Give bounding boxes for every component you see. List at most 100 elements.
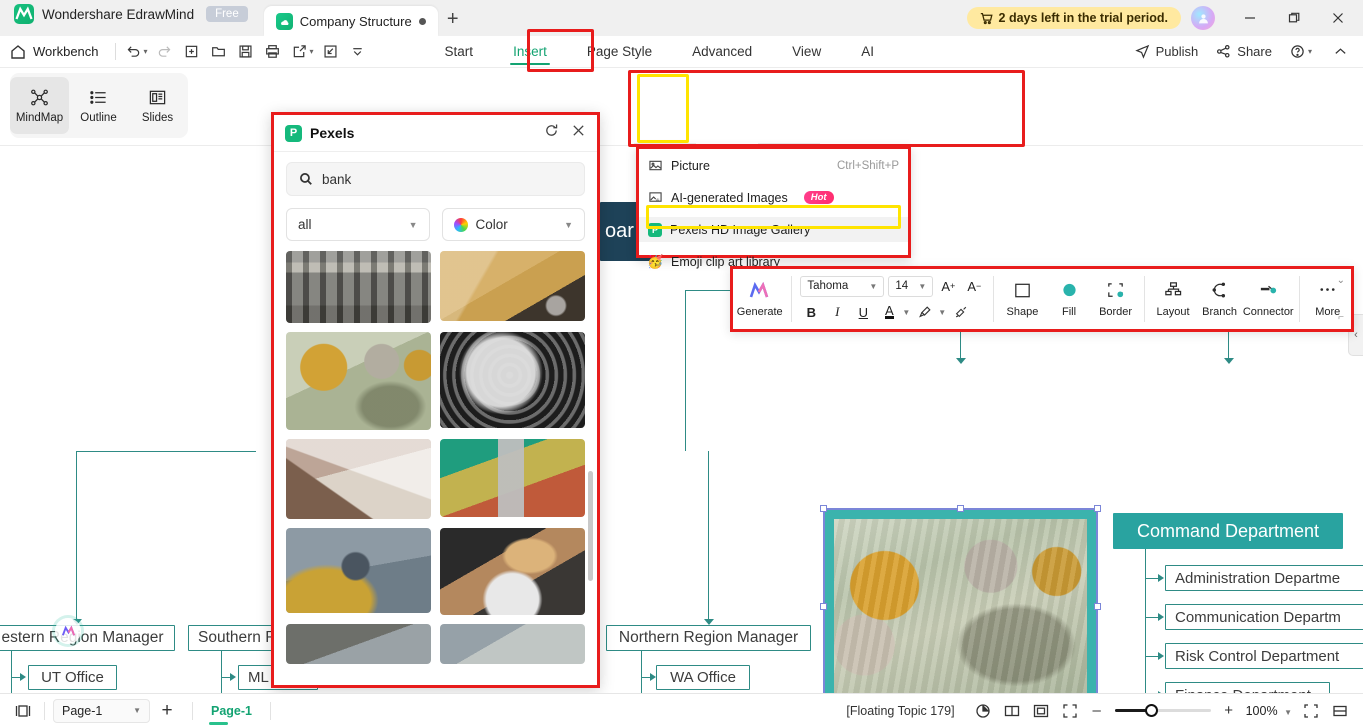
help-button[interactable]: ▾ bbox=[1283, 41, 1322, 62]
pexels-thumbnail-misc-partial[interactable] bbox=[440, 624, 585, 664]
zoom-slider-knob[interactable] bbox=[1144, 704, 1158, 717]
node-risk-control-department[interactable]: Risk Control Department bbox=[1165, 643, 1363, 669]
fit-to-screen-button[interactable] bbox=[1298, 698, 1324, 724]
export-dropdown-caret-icon[interactable]: ▾ bbox=[310, 47, 314, 56]
border-button[interactable]: Border bbox=[1092, 270, 1139, 328]
pexels-thumbnail-bank-building[interactable] bbox=[286, 251, 431, 323]
customize-toolbar-button[interactable] bbox=[344, 39, 371, 65]
help-caret-icon[interactable]: ▾ bbox=[1308, 47, 1312, 56]
picture-dropdown-menu[interactable]: Picture Ctrl+Shift+P AI AI-generated Ima… bbox=[636, 146, 911, 269]
fill-button[interactable]: Fill bbox=[1046, 270, 1093, 328]
pexels-thumbnail-bitcoin-on-dollars[interactable] bbox=[286, 332, 431, 430]
node-command-department[interactable]: Command Department bbox=[1113, 513, 1343, 549]
new-file-button[interactable] bbox=[178, 39, 205, 65]
document-tab-company-structure[interactable]: Company Structure bbox=[263, 6, 438, 36]
selected-image-object[interactable] bbox=[820, 505, 1101, 693]
pexels-thumbnail-cash-box-with-coins[interactable] bbox=[286, 528, 431, 613]
fit-width-button[interactable] bbox=[1327, 698, 1353, 724]
avatar[interactable] bbox=[1191, 6, 1215, 30]
pexels-scrollbar[interactable] bbox=[588, 471, 593, 581]
toggle-sidebar-button[interactable] bbox=[10, 698, 36, 724]
toolbar-resize-icon[interactable]: ⌐ bbox=[1338, 312, 1344, 323]
redo-button[interactable] bbox=[151, 39, 178, 65]
publish-button[interactable]: Publish bbox=[1128, 41, 1206, 62]
collapse-ribbon-button[interactable] bbox=[1326, 41, 1355, 62]
pexels-thumbnail-coin-stack-on-banknotes[interactable] bbox=[440, 439, 585, 517]
pexels-thumbnail-signing-document[interactable] bbox=[286, 439, 431, 519]
pexels-thumbnail-card-payment-terminal[interactable] bbox=[440, 528, 585, 615]
minimize-button[interactable] bbox=[1229, 1, 1271, 35]
book-mode-button[interactable] bbox=[999, 698, 1025, 724]
font-size-select[interactable]: 14 ▼ bbox=[888, 275, 934, 297]
export-share-button[interactable] bbox=[286, 39, 313, 65]
node-administration-department[interactable]: Administration Departme bbox=[1165, 565, 1363, 591]
view-outline-button[interactable]: Outline bbox=[69, 77, 128, 134]
pexels-panel[interactable]: P Pexels bank all ▼ Color ▼ bbox=[271, 112, 600, 688]
resize-handle-e[interactable] bbox=[1094, 602, 1101, 610]
tab-start[interactable]: Start bbox=[443, 39, 476, 64]
underline-button[interactable]: U bbox=[852, 302, 874, 323]
pexels-search-input[interactable]: bank bbox=[286, 162, 585, 196]
presentation-mode-button[interactable] bbox=[970, 698, 996, 724]
italic-button[interactable]: I bbox=[826, 302, 848, 323]
resize-handle-nw[interactable] bbox=[820, 505, 827, 512]
page-selector[interactable]: Page-1 ▼ bbox=[53, 698, 150, 723]
open-file-button[interactable] bbox=[205, 39, 232, 65]
view-slides-button[interactable]: Slides bbox=[128, 77, 187, 134]
font-color-caret-icon[interactable]: ▼ bbox=[902, 308, 910, 317]
font-color-button[interactable]: A bbox=[878, 302, 900, 323]
highlight-caret-icon[interactable]: ▼ bbox=[938, 308, 946, 317]
font-family-select[interactable]: Tahoma ▼ bbox=[800, 275, 885, 297]
print-button[interactable] bbox=[259, 39, 286, 65]
tab-ai[interactable]: AI bbox=[859, 39, 876, 64]
tab-page-style[interactable]: Page Style bbox=[585, 39, 654, 64]
save-button[interactable] bbox=[232, 39, 259, 65]
menu-item-pexels-hd-image-gallery[interactable]: P Pexels HD Image Gallery bbox=[639, 217, 908, 242]
pexels-thumbnail-silver-coins-bw[interactable] bbox=[440, 332, 585, 428]
node-wa-office[interactable]: WA Office bbox=[656, 665, 750, 690]
page-tab-active[interactable]: Page-1 bbox=[201, 704, 262, 725]
node-ut-office[interactable]: UT Office bbox=[28, 665, 117, 690]
share-button[interactable]: Share bbox=[1209, 41, 1279, 62]
node-northern-region-manager[interactable]: Northern Region Manager bbox=[606, 625, 811, 651]
zoom-slider[interactable] bbox=[1114, 704, 1211, 717]
pexels-thumbnail-person-partial[interactable] bbox=[286, 624, 431, 664]
undo-button[interactable] bbox=[120, 39, 147, 65]
close-panel-button[interactable] bbox=[571, 123, 586, 143]
fit-page-button[interactable] bbox=[1028, 698, 1054, 724]
zoom-level[interactable]: 100% ▼ bbox=[1246, 704, 1292, 718]
import-button[interactable] bbox=[317, 39, 344, 65]
tab-view[interactable]: View bbox=[790, 39, 823, 64]
fullscreen-canvas-button[interactable] bbox=[1057, 698, 1083, 724]
ai-generate-button[interactable]: Generate bbox=[733, 270, 786, 328]
branch-button[interactable]: Branch bbox=[1196, 270, 1243, 328]
resize-handle-n[interactable] bbox=[956, 505, 964, 512]
zoom-in-button[interactable]: + bbox=[1218, 702, 1240, 719]
resize-handle-ne[interactable] bbox=[1094, 505, 1101, 512]
connector-button[interactable]: Connector bbox=[1243, 270, 1294, 328]
clear-format-button[interactable] bbox=[950, 302, 972, 323]
shape-button[interactable]: Shape bbox=[999, 270, 1046, 328]
refresh-button[interactable] bbox=[544, 123, 559, 143]
tab-insert[interactable]: Insert bbox=[510, 39, 550, 65]
undo-dropdown-caret-icon[interactable]: ▾ bbox=[144, 47, 148, 56]
highlight-color-button[interactable] bbox=[914, 302, 936, 323]
pexels-type-filter[interactable]: all ▼ bbox=[286, 208, 430, 241]
maximize-button[interactable] bbox=[1273, 1, 1315, 35]
node-western-region-manager[interactable]: estern Region Manager bbox=[0, 625, 175, 651]
node-finance-department[interactable]: Finance Department bbox=[1165, 682, 1330, 693]
trial-notice[interactable]: 2 days left in the trial period. bbox=[966, 7, 1181, 29]
pexels-image-grid[interactable] bbox=[274, 241, 597, 685]
menu-item-ai-generated-images[interactable]: AI AI-generated Images Hot bbox=[639, 185, 908, 210]
zoom-out-button[interactable]: – bbox=[1086, 702, 1108, 719]
pexels-color-filter[interactable]: Color ▼ bbox=[441, 208, 585, 241]
new-tab-button[interactable]: + bbox=[438, 4, 468, 34]
decrease-font-size-button[interactable]: A − bbox=[963, 276, 985, 297]
toolbar-collapse-icon[interactable]: ⌄ bbox=[1337, 275, 1345, 286]
resize-handle-w[interactable] bbox=[820, 602, 827, 610]
bold-button[interactable]: B bbox=[800, 302, 822, 323]
floating-format-toolbar[interactable]: Generate Tahoma ▼ 14 ▼ A + A − B I U A ▼… bbox=[730, 266, 1354, 332]
increase-font-size-button[interactable]: A + bbox=[937, 276, 959, 297]
tab-advanced[interactable]: Advanced bbox=[690, 39, 754, 64]
pexels-thumbnail-credit-cards-visa[interactable] bbox=[440, 251, 585, 321]
